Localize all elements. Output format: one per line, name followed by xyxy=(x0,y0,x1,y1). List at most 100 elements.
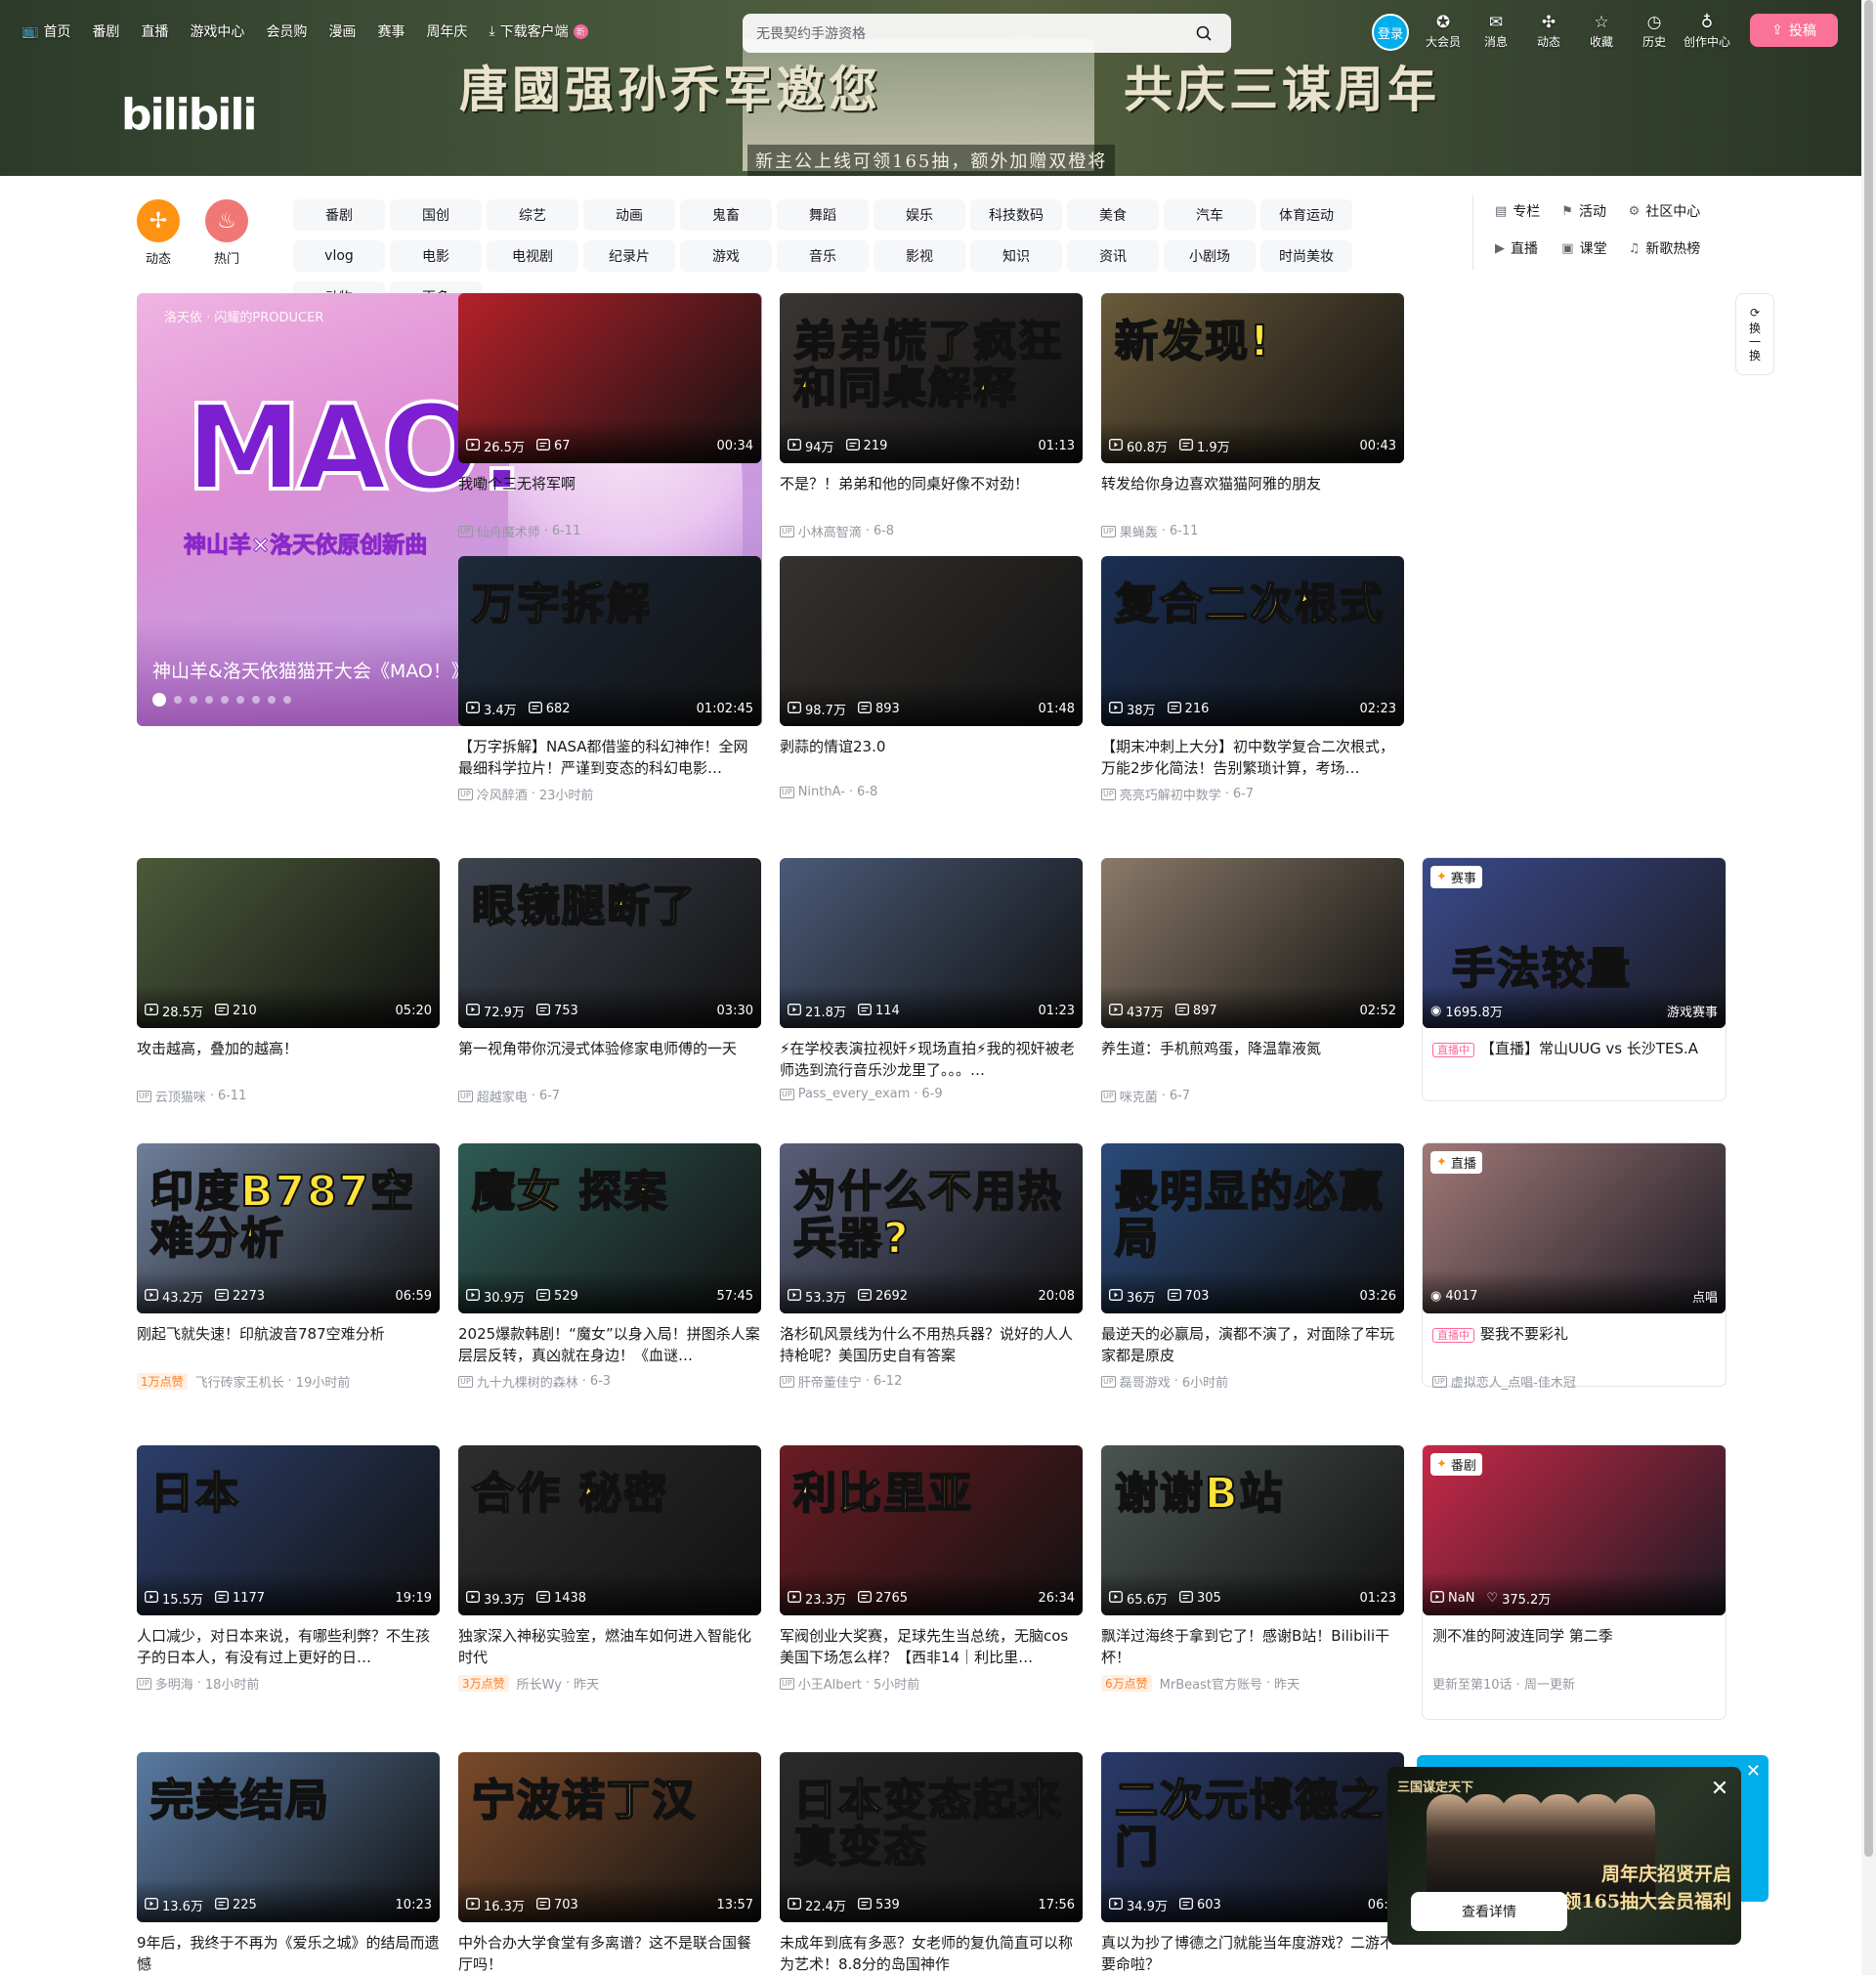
carousel-dot[interactable] xyxy=(236,696,244,704)
nav-bangumi[interactable]: 番剧 xyxy=(92,21,119,41)
video-card[interactable]: 437万 897 02:52 养生道：手机煎鸡蛋，降温靠液氮 UP 咪克菌 · 6-7 xyxy=(1101,858,1404,1105)
video-thumbnail[interactable]: 印度B787空难分析 43.2万 2273 06:59 xyxy=(137,1143,440,1313)
special-card[interactable]: 手法较量 ✦ 赛事 ◉ 1695.8万 游戏赛事直播中 【直播】常山UUG vs 长沙TES… xyxy=(1423,858,1726,1100)
channel-chip[interactable]: 知识 xyxy=(970,240,1062,272)
video-thumbnail[interactable]: 万字拆解 3.4万 682 01:02:45 xyxy=(458,556,761,726)
page-scrollbar[interactable] xyxy=(1861,0,1876,1975)
video-author[interactable]: 小林高智滴 xyxy=(798,522,862,540)
video-author[interactable]: NinthA- xyxy=(798,785,845,799)
special-title[interactable]: 测不准的阿波连同学 第二季 xyxy=(1423,1625,1726,1668)
video-thumbnail[interactable]: 最明显的必赢局 36万 703 03:26 xyxy=(1101,1143,1404,1313)
video-thumbnail[interactable]: 弟弟慌了疯狂和同桌解释 94万 219 01:13 xyxy=(780,293,1083,463)
channel-chip[interactable]: 时尚美妆 xyxy=(1260,240,1352,272)
video-title[interactable]: 最逆天的必赢局，演都不演了，对面除了牢玩家都是原皮 xyxy=(1101,1323,1404,1366)
channel-hot[interactable]: ♨ 热门 xyxy=(205,199,248,267)
special-title[interactable]: 直播中 【直播】常山UUG vs 长沙TES.A xyxy=(1423,1038,1726,1081)
video-thumbnail[interactable]: 利比里亚 23.3万 2765 26:34 xyxy=(780,1445,1083,1615)
video-author[interactable]: 咪克菌 xyxy=(1120,1087,1158,1105)
nav-anniversary[interactable]: 周年庆 xyxy=(426,21,467,41)
anniversary-popup-ad[interactable]: 三国谋定天下 周年庆招贤开启 领165抽大会员福利 查看详情 ✕ xyxy=(1387,1767,1741,1945)
channel-chip[interactable]: 番剧 xyxy=(293,199,385,231)
video-author[interactable]: 超越家电 xyxy=(477,1087,528,1105)
video-author[interactable]: 仙舟魔术师 xyxy=(477,522,540,540)
close-icon[interactable]: ✕ xyxy=(1746,1761,1761,1782)
channel-chip[interactable]: 科技数码 xyxy=(970,199,1062,231)
video-card[interactable]: 日本 15.5万 1177 19:19 人口减少，对日本来说，有哪些利弊？不生孩子的日本… xyxy=(137,1445,440,1693)
video-author[interactable]: 冷风醉酒 xyxy=(477,785,528,803)
video-title[interactable]: 第一视角带你沉浸式体验修家电师傅的一天 xyxy=(458,1038,761,1081)
video-thumbnail[interactable]: 谢谢B站 65.6万 305 01:23 xyxy=(1101,1445,1404,1615)
carousel-dot[interactable] xyxy=(252,696,260,704)
video-thumbnail[interactable]: 437万 897 02:52 xyxy=(1101,858,1404,1028)
view-details-button[interactable]: 查看详情 xyxy=(1411,1892,1567,1931)
special-thumbnail[interactable]: 手法较量 ✦ 赛事 ◉ 1695.8万 游戏赛事 xyxy=(1423,858,1726,1028)
video-card[interactable]: 印度B787空难分析 43.2万 2273 06:59 刚起飞就失速！印航波音787空难… xyxy=(137,1143,440,1391)
special-thumbnail[interactable]: ✦ 直播 ◉ 4017 点唱 xyxy=(1423,1143,1726,1313)
channel-chip[interactable]: 舞蹈 xyxy=(777,199,869,231)
nav-esports[interactable]: 赛事 xyxy=(377,21,405,41)
channel-chip[interactable]: 动画 xyxy=(583,199,675,231)
video-author[interactable]: 多明海 xyxy=(155,1674,193,1693)
carousel-dot[interactable] xyxy=(283,696,291,704)
channel-chip[interactable]: 国创 xyxy=(390,199,482,231)
video-card[interactable]: 宁波诺丁汉 16.3万 703 13:57 中外合办大学食堂有多离谱？这不是联合国餐厅吗… xyxy=(458,1752,761,1975)
refresh-button[interactable]: ⟳ 换一换 xyxy=(1735,293,1774,375)
video-card[interactable]: 最明显的必赢局 36万 703 03:26 最逆天的必赢局，演都不演了，对面除了牢玩家都… xyxy=(1101,1143,1404,1391)
video-title[interactable]: 【期末冲刺上大分】初中数学复合二次根式，万能2步化简法！告别繁琐计算，考场… xyxy=(1101,736,1404,779)
nav-creator-center[interactable]: ♁ 创作中心 xyxy=(1681,12,1733,50)
video-thumbnail[interactable]: 21.8万 114 01:23 xyxy=(780,858,1083,1028)
nav-manga[interactable]: 漫画 xyxy=(328,21,356,41)
video-thumbnail[interactable]: 26.5万 67 00:34 xyxy=(458,293,761,463)
video-thumbnail[interactable]: 二次元博德之门 34.9万 603 06:2 xyxy=(1101,1752,1404,1922)
search-bar[interactable]: 无畏契约手游资格 xyxy=(743,14,1231,53)
video-thumbnail[interactable]: 98.7万 893 01:48 xyxy=(780,556,1083,726)
video-title[interactable]: 我嘞个三无将军啊 xyxy=(458,473,761,516)
carousel-dot[interactable] xyxy=(152,693,166,707)
video-author[interactable]: 云顶猫咪 xyxy=(155,1087,206,1105)
video-card[interactable]: 日本变态起来真变态 22.4万 539 17:56 未成年到底有多恶？女老师的复仇简直可… xyxy=(780,1752,1083,1975)
video-thumbnail[interactable]: 魔女 探案 30.9万 529 57:45 xyxy=(458,1143,761,1313)
video-title[interactable]: 9年后，我终于不再为《爱乐之城》的结局而遗憾 xyxy=(137,1932,440,1975)
video-card[interactable]: 万字拆解 3.4万 682 01:02:45 【万字拆解】NASA都借鉴的科幻神作！全网… xyxy=(458,556,761,803)
nav-dynamic[interactable]: ✣ 动态 xyxy=(1522,12,1575,50)
channel-dynamic[interactable]: ✢ 动态 xyxy=(137,199,180,267)
video-card[interactable]: 眼镜腿断了 72.9万 753 03:30 第一视角带你沉浸式体验修家电师傅的一天 UP 超… xyxy=(458,858,761,1105)
video-card[interactable]: 魔女 探案 30.9万 529 57:45 2025爆款韩剧！“魔女”以身入局！拼图杀人… xyxy=(458,1143,761,1391)
link-column[interactable]: ▤ 专栏 xyxy=(1495,201,1540,221)
video-card[interactable]: 为什么不用热兵器? 53.3万 2692 20:08 洛杉矶风景线为什么不用热兵器？说好… xyxy=(780,1143,1083,1391)
video-card[interactable]: 二次元博德之门 34.9万 603 06:2 真以为抄了博德之门就能当年度游戏？二游不要… xyxy=(1101,1752,1404,1975)
video-thumbnail[interactable]: 新发现! 60.8万 1.9万 00:43 xyxy=(1101,293,1404,463)
video-thumbnail[interactable]: 宁波诺丁汉 16.3万 703 13:57 xyxy=(458,1752,761,1922)
video-title[interactable]: 攻击越高，叠加的越高！ xyxy=(137,1038,440,1081)
channel-chip[interactable]: 体育运动 xyxy=(1260,199,1352,231)
video-card[interactable]: 98.7万 893 01:48 剥蒜的情谊23.0 UP NinthA- · 6-8 xyxy=(780,556,1083,799)
channel-chip[interactable]: 鬼畜 xyxy=(680,199,772,231)
carousel-dot[interactable] xyxy=(221,696,229,704)
nav-game-center[interactable]: 游戏中心 xyxy=(190,21,244,41)
video-title[interactable]: 不是？！弟弟和他的同桌好像不对劲！ xyxy=(780,473,1083,516)
nav-mall[interactable]: 会员购 xyxy=(266,21,307,41)
video-author[interactable]: 肝帝董佳宁 xyxy=(798,1372,862,1391)
video-author[interactable]: 九十九棵树的森林 xyxy=(477,1372,578,1391)
video-author[interactable]: 所长Wy xyxy=(517,1674,562,1693)
video-card[interactable]: 利比里亚 23.3万 2765 26:34 军阀创业大奖赛，足球先生当总统，无脑cos美… xyxy=(780,1445,1083,1693)
channel-chip[interactable]: 资讯 xyxy=(1067,240,1159,272)
video-card[interactable]: 28.5万 210 05:20 攻击越高，叠加的越高！ UP 云顶猫咪 · 6-11 xyxy=(137,858,440,1105)
video-card[interactable]: 合作 秘密 39.3万 1438 独家深入神秘实验室，燃油车如何进入智能化时代 3万点赞… xyxy=(458,1445,761,1693)
channel-chip[interactable]: vlog xyxy=(293,240,385,272)
video-title[interactable]: 人口减少，对日本来说，有哪些利弊？不生孩子的日本人，有没有过上更好的日… xyxy=(137,1625,440,1668)
bilibili-logo[interactable]: bilibili xyxy=(121,90,257,140)
nav-live[interactable]: 直播 xyxy=(141,21,168,41)
video-card[interactable]: 谢谢B站 65.6万 305 01:23 飘洋过海终于拿到它了！感谢B站！Bilibil… xyxy=(1101,1445,1404,1693)
nav-download-client[interactable]: ⤓ 下载客户端新 xyxy=(489,21,588,41)
channel-chip[interactable]: 美食 xyxy=(1067,199,1159,231)
scrollbar-thumb[interactable] xyxy=(1864,0,1873,1857)
video-card[interactable]: 26.5万 67 00:34 我嘞个三无将军啊 UP 仙舟魔术师 · 6-11 xyxy=(458,293,761,540)
video-title[interactable]: 飘洋过海终于拿到它了！感谢B站！Bilibili干杯！ xyxy=(1101,1625,1404,1668)
link-music-chart[interactable]: ♫ 新歌热榜 xyxy=(1629,238,1701,258)
video-author[interactable]: 飞行砖家王机长 xyxy=(195,1372,284,1391)
channel-chip[interactable]: 综艺 xyxy=(487,199,578,231)
carousel-dot[interactable] xyxy=(174,696,182,704)
carousel-dot[interactable] xyxy=(205,696,213,704)
link-community[interactable]: ⚙ 社区中心 xyxy=(1629,201,1701,221)
